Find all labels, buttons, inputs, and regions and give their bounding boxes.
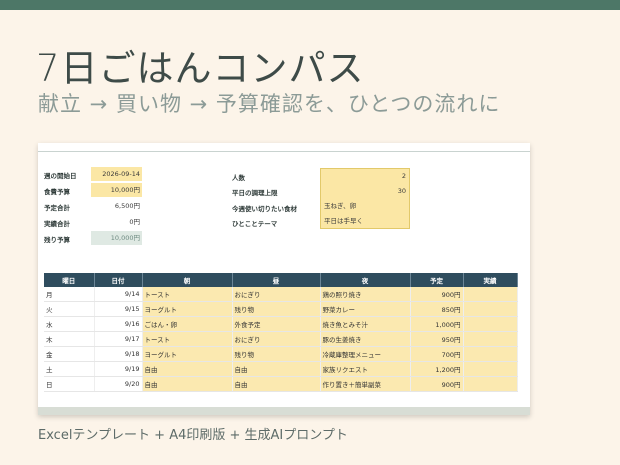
planned-cost-cell[interactable]: 1,200円: [410, 361, 464, 377]
breakfast-cell[interactable]: 自由: [142, 376, 233, 392]
dinner-cell[interactable]: 豚の生姜焼き: [320, 331, 411, 347]
table-row: 月 9/14 トースト おにぎり 鶏の照り焼き 900円: [44, 287, 518, 302]
dinner-cell[interactable]: 鶏の照り焼き: [320, 287, 411, 302]
sheet-top-rule: [38, 151, 530, 152]
column-header-dinner: 夜: [320, 273, 411, 287]
lunch-cell[interactable]: 自由: [232, 376, 321, 392]
column-header-actual: 実績: [463, 273, 518, 287]
date-cell: 9/14: [94, 287, 143, 302]
column-header-planned: 予定: [410, 273, 464, 287]
planned-total-value: 6,500円: [114, 202, 140, 210]
column-header-breakfast: 朝: [142, 273, 233, 287]
use-up-ingredients-value[interactable]: 玉ねぎ、卵: [322, 199, 408, 213]
table-row: 火 9/15 ヨーグルト 残り物 野菜カレー 850円: [44, 301, 518, 317]
day-cell: 金: [44, 346, 95, 362]
dinner-cell[interactable]: 家族リクエスト: [320, 361, 411, 377]
budget-label: 食費予算: [44, 188, 70, 196]
start-date-label: 週の開始日: [44, 172, 77, 180]
day-cell: 火: [44, 301, 95, 317]
remaining-budget-value: 10,000円: [91, 231, 142, 245]
use-up-ingredients-label: 今週使い切りたい食材: [232, 205, 297, 213]
actual-cost-cell[interactable]: [463, 316, 518, 332]
date-cell: 9/18: [94, 346, 143, 362]
table-row: 日 9/20 自由 自由 作り置き＋簡単副菜 900円: [44, 376, 518, 392]
column-header-lunch: 昼: [232, 273, 321, 287]
budget-value[interactable]: 10,000円: [91, 183, 142, 197]
column-header-day: 曜日: [44, 273, 95, 287]
planned-cost-cell[interactable]: 700円: [410, 346, 464, 362]
day-cell: 水: [44, 316, 95, 332]
theme-label: ひとことテーマ: [232, 220, 278, 228]
actual-cost-cell[interactable]: [463, 361, 518, 377]
day-cell: 木: [44, 331, 95, 347]
start-date-value[interactable]: 2026-09-14: [91, 167, 142, 181]
planned-cost-cell[interactable]: 900円: [410, 376, 464, 392]
weekday-cook-limit-value[interactable]: 30: [322, 184, 408, 198]
planned-cost-cell[interactable]: 900円: [410, 287, 464, 302]
dinner-cell[interactable]: 焼き魚とみそ汁: [320, 316, 411, 332]
lunch-cell[interactable]: おにぎり: [232, 331, 321, 347]
table-row: 水 9/16 ごはん・卵 外食予定 焼き魚とみそ汁 1,000円: [44, 316, 518, 332]
page-subtitle: 献立 → 買い物 → 予算確認を、ひとつの流れに: [38, 92, 501, 116]
lunch-cell[interactable]: 自由: [232, 361, 321, 377]
lunch-cell[interactable]: おにぎり: [232, 287, 321, 302]
lunch-cell[interactable]: 残り物: [232, 301, 321, 317]
breakfast-cell[interactable]: ヨーグルト: [142, 346, 233, 362]
actual-total-label: 実績合計: [44, 220, 70, 228]
lunch-cell[interactable]: 外食予定: [232, 316, 321, 332]
actual-cost-cell[interactable]: [463, 376, 518, 392]
page-title: 7日ごはんコンパス: [36, 47, 365, 90]
footer-caption: Excelテンプレート + A4印刷版 + 生成AIプロンプト: [38, 428, 348, 443]
remaining-budget-label: 残り予算: [44, 236, 70, 244]
people-value[interactable]: 2: [322, 169, 408, 183]
planned-cost-cell[interactable]: 1,000円: [410, 316, 464, 332]
actual-cost-cell[interactable]: [463, 301, 518, 317]
date-cell: 9/17: [94, 331, 143, 347]
date-cell: 9/19: [94, 361, 143, 377]
table-row: 木 9/17 トースト おにぎり 豚の生姜焼き 950円: [44, 331, 518, 347]
table-header-row: 曜日 日付 朝 昼 夜 予定 実績: [44, 273, 518, 287]
weekly-menu-table: 曜日 日付 朝 昼 夜 予定 実績 月 9/14 トースト おにぎり 鶏の照り焼…: [44, 273, 518, 392]
people-label: 人数: [232, 174, 245, 182]
top-accent-bar: [0, 0, 620, 10]
planned-total-label: 予定合計: [44, 204, 70, 212]
date-cell: 9/16: [94, 316, 143, 332]
actual-total-value: 0円: [129, 218, 140, 226]
column-header-date: 日付: [94, 273, 143, 287]
planned-cost-cell[interactable]: 950円: [410, 331, 464, 347]
date-cell: 9/20: [94, 376, 143, 392]
breakfast-cell[interactable]: 自由: [142, 361, 233, 377]
day-cell: 土: [44, 361, 95, 377]
date-cell: 9/15: [94, 301, 143, 317]
breakfast-cell[interactable]: ヨーグルト: [142, 301, 233, 317]
weekday-cook-limit-label: 平日の調理上限: [232, 189, 278, 197]
actual-cost-cell[interactable]: [463, 331, 518, 347]
day-cell: 月: [44, 287, 95, 302]
dinner-cell[interactable]: 野菜カレー: [320, 301, 411, 317]
actual-cost-cell[interactable]: [463, 287, 518, 302]
table-row: 金 9/18 ヨーグルト 残り物 冷蔵庫整理メニュー 700円: [44, 346, 518, 362]
breakfast-cell[interactable]: トースト: [142, 331, 233, 347]
breakfast-cell[interactable]: ごはん・卵: [142, 316, 233, 332]
dinner-cell[interactable]: 作り置き＋簡単副菜: [320, 376, 411, 392]
spreadsheet-preview: 週の開始日 2026-09-14 食費予算 10,000円 予定合計 6,500…: [38, 143, 530, 415]
theme-value[interactable]: 平日は手早く: [322, 214, 408, 228]
breakfast-cell[interactable]: トースト: [142, 287, 233, 302]
lunch-cell[interactable]: 残り物: [232, 346, 321, 362]
sheet-bottom-band: [38, 407, 530, 415]
actual-cost-cell[interactable]: [463, 346, 518, 362]
table-row: 土 9/19 自由 自由 家族リクエスト 1,200円: [44, 361, 518, 377]
day-cell: 日: [44, 376, 95, 392]
dinner-cell[interactable]: 冷蔵庫整理メニュー: [320, 346, 411, 362]
planned-cost-cell[interactable]: 850円: [410, 301, 464, 317]
